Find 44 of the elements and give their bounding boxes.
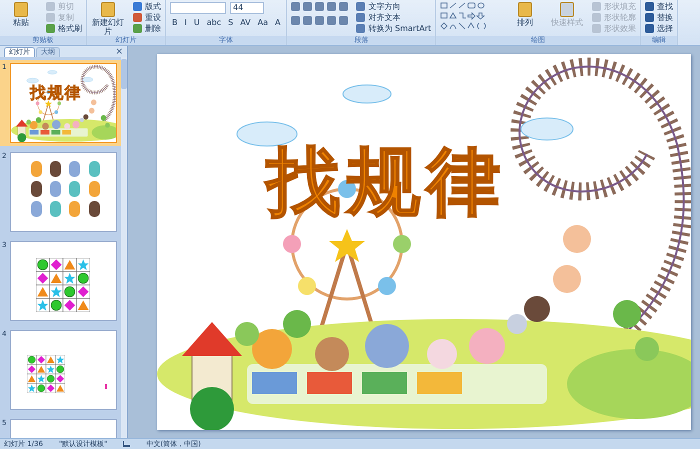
- mark-icon: [104, 384, 107, 389]
- animal-figure-icon: [50, 181, 62, 197]
- animal-figure-icon: [69, 161, 80, 177]
- font-name-field[interactable]: [170, 2, 226, 14]
- scrollbar[interactable]: [121, 57, 127, 438]
- format-button[interactable]: U: [192, 18, 202, 28]
- ribbon-button[interactable]: 删除: [133, 24, 161, 33]
- close-button[interactable]: ×: [115, 48, 127, 57]
- ribbon-button[interactable]: 对齐文本: [356, 13, 432, 22]
- format-button[interactable]: S: [226, 18, 236, 28]
- ribbon-big-button[interactable]: 排列: [508, 2, 542, 33]
- ribbon-button[interactable]: 替换: [645, 13, 674, 22]
- format-button[interactable]: Aa: [256, 18, 270, 28]
- slide-title: 找规律: [266, 144, 506, 227]
- ribbon-button[interactable]: 文字方向: [356, 2, 432, 11]
- animal-figure-icon: [30, 161, 42, 177]
- ribbon-button[interactable]: 查找: [645, 2, 674, 11]
- shape-grid-drawing: [36, 258, 90, 312]
- spellcheck-icon: [123, 441, 130, 447]
- format-button[interactable]: abc: [204, 18, 224, 28]
- ribbon-button[interactable]: 重设: [133, 13, 161, 22]
- animal-figure-icon: [69, 181, 80, 197]
- animal-figure-icon: [50, 201, 62, 217]
- animal-figure-icon: [30, 181, 42, 197]
- font-size-field[interactable]: 44: [230, 2, 264, 14]
- ribbon-button[interactable]: 格式刷: [46, 24, 82, 33]
- format-button[interactable]: B: [170, 18, 180, 28]
- ribbon-big-button[interactable]: 粘贴: [4, 2, 38, 33]
- shape-grid-drawing: [26, 355, 65, 393]
- slide-title: 找规律: [30, 85, 82, 104]
- animal-figure-icon: [88, 181, 100, 197]
- format-button[interactable]: A: [273, 18, 282, 28]
- ribbon-big-button[interactable]: 新建幻灯片: [91, 2, 125, 36]
- animal-figure-icon: [69, 201, 80, 217]
- ribbon-button[interactable]: 版式: [133, 2, 161, 11]
- animal-figure-icon: [30, 201, 42, 217]
- format-button[interactable]: AV: [238, 18, 253, 28]
- ribbon-button[interactable]: 选择: [645, 24, 674, 33]
- format-button[interactable]: I: [182, 18, 189, 28]
- animal-figure-icon: [88, 201, 100, 217]
- ribbon-button[interactable]: 转换为 SmartArt: [356, 24, 432, 33]
- animal-figure-icon: [88, 161, 100, 177]
- animal-figure-icon: [50, 161, 62, 177]
- scroll-thumb[interactable]: [121, 59, 127, 89]
